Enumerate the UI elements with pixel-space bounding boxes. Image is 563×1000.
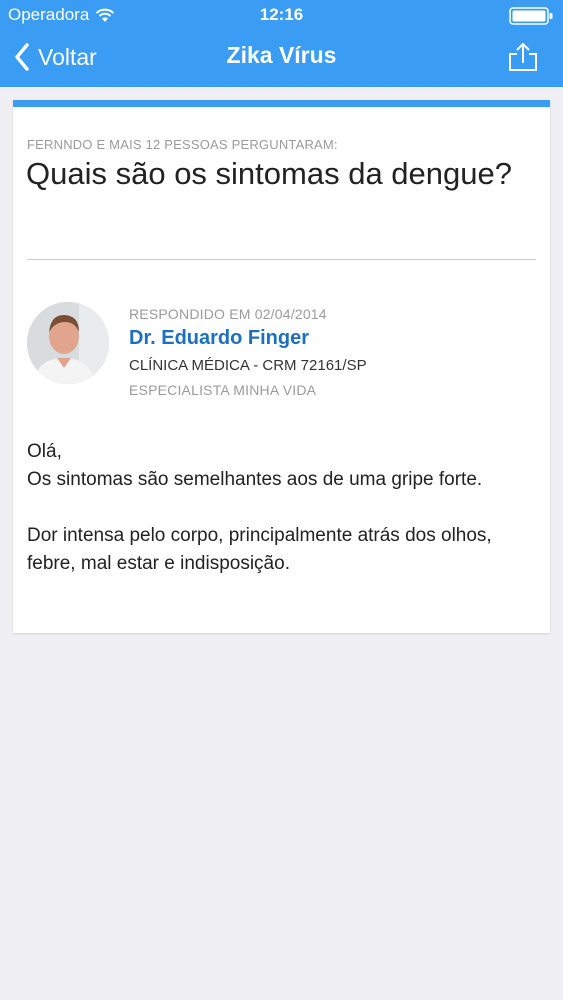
- navigation-bar: Voltar Zika Vírus: [0, 30, 563, 87]
- doctor-name-link[interactable]: Dr. Eduardo Finger: [129, 327, 309, 350]
- answer-body: Olá, Os sintomas são semelhantes aos de …: [27, 438, 542, 578]
- doctor-crm: CLÍNICA MÉDICA - CRM 72161/SP: [129, 357, 367, 374]
- doctor-tag: ESPECIALISTA MINHA VIDA: [129, 382, 317, 398]
- avatar: [27, 302, 109, 384]
- asked-by-label: FERNNDO E MAIS 12 PESSOAS PERGUNTARAM:: [27, 137, 338, 152]
- page-title: Zika Vírus: [226, 42, 337, 68]
- question-title: Quais são os sintomas da dengue?: [26, 156, 512, 191]
- question-card: FERNNDO E MAIS 12 PESSOAS PERGUNTARAM: Q…: [13, 100, 550, 633]
- status-bar: Operadora 12:16: [0, 0, 563, 30]
- divider: [27, 259, 536, 260]
- answer-paragraph: Dor intensa pelo corpo, principalmente a…: [27, 525, 492, 574]
- answer-paragraph: Olá,: [27, 441, 62, 462]
- share-icon[interactable]: [507, 42, 539, 72]
- answer-paragraph: Os sintomas são semelhantes aos de uma g…: [27, 469, 483, 490]
- doctor-photo: [27, 302, 109, 384]
- status-time: 12:16: [259, 5, 304, 24]
- app-header: Operadora 12:16 Voltar Zika Vírus: [0, 0, 563, 87]
- battery-icon: [509, 7, 553, 25]
- answered-date: RESPONDIDO EM 02/04/2014: [129, 306, 327, 322]
